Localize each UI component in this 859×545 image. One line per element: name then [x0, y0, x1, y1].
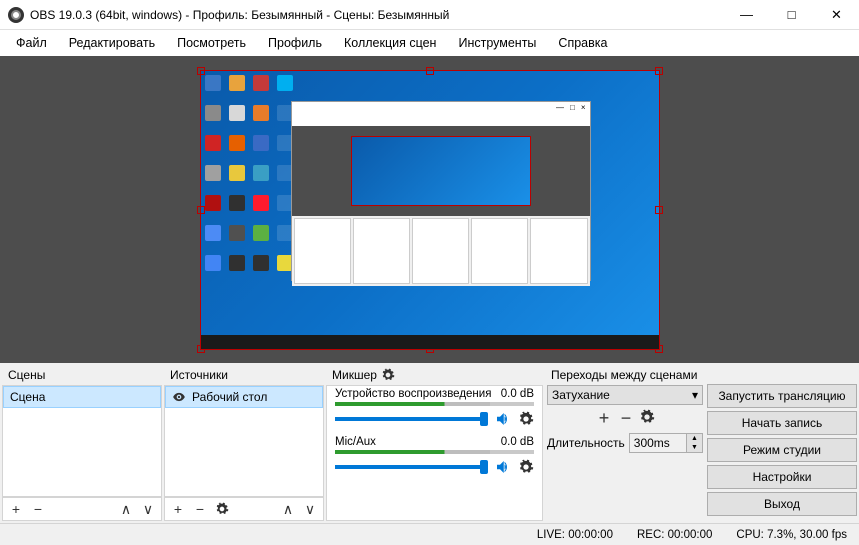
sources-header: Источники [164, 365, 324, 385]
mixer-title: Микшер [332, 368, 377, 382]
menu-file[interactable]: Файл [6, 33, 57, 53]
menu-profile[interactable]: Профиль [258, 33, 332, 53]
resize-handle-l[interactable] [197, 206, 205, 214]
duration-input[interactable]: 300ms ▲ ▼ [629, 433, 703, 453]
mute-button[interactable] [494, 458, 512, 476]
channel-name: Устройство воспроизведения [335, 388, 491, 400]
resize-handle-r[interactable] [655, 206, 663, 214]
window-controls: — □ ✕ [724, 0, 859, 30]
controls-spacer [707, 365, 857, 384]
scenes-panel: Сцены Сцена + − ∧ ∨ [2, 365, 162, 521]
scenes-toolbar: + − ∧ ∨ [2, 497, 162, 521]
source-item[interactable]: Рабочий стол [165, 386, 323, 408]
status-live: LIVE: 00:00:00 [537, 529, 613, 541]
app-icon [8, 7, 24, 23]
docks-row: Сцены Сцена + − ∧ ∨ Источники Рабочий ст… [0, 363, 859, 523]
add-transition-button[interactable]: + [595, 409, 613, 427]
mixer-body: Устройство воспроизведения 0.0 dB Mic/Au… [326, 385, 543, 521]
remove-transition-button[interactable]: − [617, 409, 635, 427]
mixer-channel-mic-aux: Mic/Aux 0.0 dB [327, 434, 542, 482]
resize-handle-tr[interactable] [655, 67, 663, 75]
menu-edit[interactable]: Редактировать [59, 33, 165, 53]
close-button[interactable]: ✕ [814, 0, 859, 30]
channel-name: Mic/Aux [335, 436, 376, 448]
move-source-up-button[interactable]: ∧ [279, 500, 297, 518]
move-scene-down-button[interactable]: ∨ [139, 500, 157, 518]
transition-settings-button[interactable] [639, 409, 655, 425]
transitions-header: Переходы между сценами [545, 365, 705, 385]
mute-button[interactable] [494, 410, 512, 428]
status-rec: REC: 00:00:00 [637, 529, 712, 541]
channel-db: 0.0 dB [501, 436, 534, 448]
add-scene-button[interactable]: + [7, 500, 25, 518]
preview-area[interactable]: —□× [0, 56, 859, 363]
minimize-button[interactable]: — [724, 0, 769, 30]
volume-meter [335, 402, 534, 406]
desktop-icons-representation [205, 75, 295, 279]
resize-handle-t[interactable] [426, 67, 434, 75]
gear-icon [215, 502, 229, 516]
settings-button[interactable]: Настройки [707, 465, 857, 489]
sources-toolbar: + − ∧ ∨ [164, 497, 324, 521]
channel-db: 0.0 dB [501, 388, 534, 400]
menu-view[interactable]: Посмотреть [167, 33, 256, 53]
menu-help[interactable]: Справка [548, 33, 617, 53]
duration-value: 300ms [630, 434, 686, 452]
sources-list[interactable]: Рабочий стол [164, 385, 324, 497]
nested-obs-window: —□× [291, 101, 591, 281]
studio-mode-button[interactable]: Режим студии [707, 438, 857, 462]
start-recording-button[interactable]: Начать запись [707, 411, 857, 435]
scene-item[interactable]: Сцена [3, 386, 161, 408]
channel-settings-button[interactable] [518, 459, 534, 475]
duration-down-button[interactable]: ▼ [686, 443, 702, 452]
duration-up-button[interactable]: ▲ [686, 434, 702, 443]
volume-meter [335, 450, 534, 454]
transition-select[interactable]: Затухание ▾ [547, 385, 703, 405]
channel-settings-button[interactable] [518, 411, 534, 427]
source-item-label: Рабочий стол [192, 390, 267, 404]
exit-button[interactable]: Выход [707, 492, 857, 516]
scenes-header: Сцены [2, 365, 162, 385]
menubar: Файл Редактировать Посмотреть Профиль Ко… [0, 30, 859, 56]
volume-slider[interactable] [335, 417, 488, 421]
transition-selected: Затухание [552, 388, 610, 402]
remove-scene-button[interactable]: − [29, 500, 47, 518]
menu-scene-collection[interactable]: Коллекция сцен [334, 33, 446, 53]
mixer-header: Микшер [326, 365, 543, 385]
source-properties-button[interactable] [213, 500, 231, 518]
statusbar: LIVE: 00:00:00 REC: 00:00:00 CPU: 7.3%, … [0, 523, 859, 545]
duration-label: Длительность [547, 436, 625, 450]
dropdown-icon: ▾ [692, 388, 698, 402]
preview-source-bounds[interactable]: —□× [200, 70, 660, 350]
remove-source-button[interactable]: − [191, 500, 209, 518]
resize-handle-tl[interactable] [197, 67, 205, 75]
window-title: OBS 19.0.3 (64bit, windows) - Профиль: Б… [30, 8, 724, 22]
mixer-panel: Микшер Устройство воспроизведения 0.0 dB… [326, 365, 543, 521]
mixer-channel-desktop-audio: Устройство воспроизведения 0.0 dB [327, 386, 542, 434]
scenes-list[interactable]: Сцена [2, 385, 162, 497]
volume-slider[interactable] [335, 465, 488, 469]
taskbar-representation [201, 335, 659, 349]
maximize-button[interactable]: □ [769, 0, 814, 30]
move-source-down-button[interactable]: ∨ [301, 500, 319, 518]
status-cpu: CPU: 7.3%, 30.00 fps [736, 529, 847, 541]
start-streaming-button[interactable]: Запустить трансляцию [707, 384, 857, 408]
visibility-icon[interactable] [172, 390, 186, 404]
add-source-button[interactable]: + [169, 500, 187, 518]
gear-icon[interactable] [381, 368, 395, 382]
move-scene-up-button[interactable]: ∧ [117, 500, 135, 518]
titlebar: OBS 19.0.3 (64bit, windows) - Профиль: Б… [0, 0, 859, 30]
sources-panel: Источники Рабочий стол + − ∧ ∨ [164, 365, 324, 521]
controls-panel: Запустить трансляцию Начать запись Режим… [707, 365, 857, 521]
transitions-panel: Переходы между сценами Затухание ▾ + − Д… [545, 365, 705, 521]
menu-tools[interactable]: Инструменты [448, 33, 546, 53]
